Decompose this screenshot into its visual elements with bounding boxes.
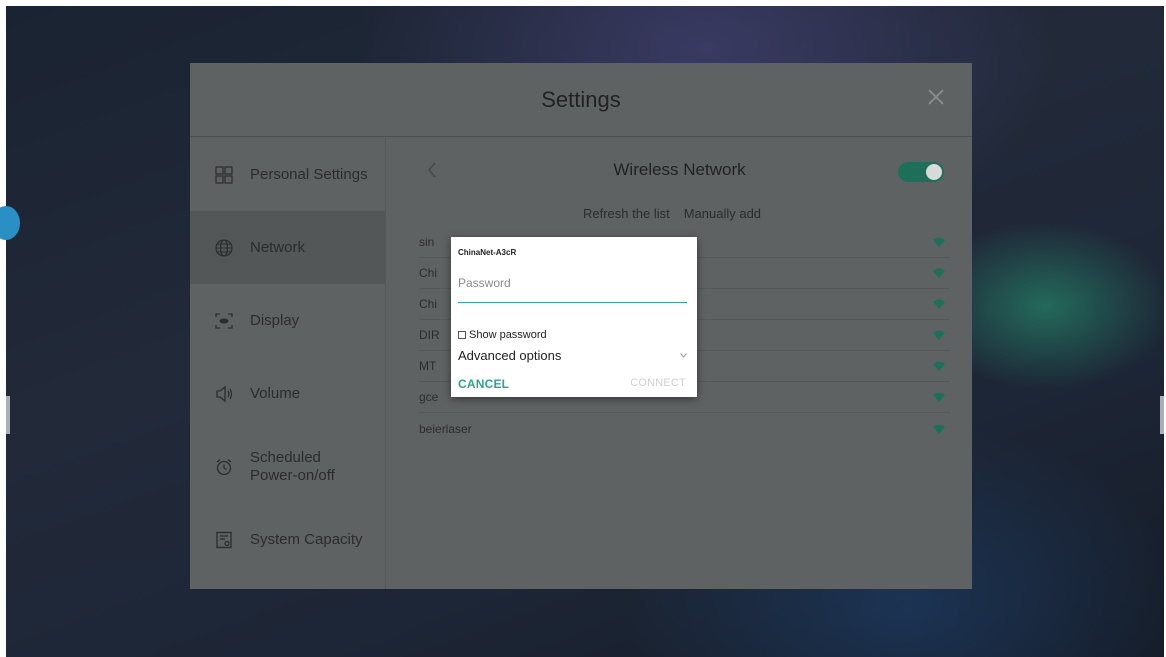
advanced-options-label: Advanced options [458, 348, 562, 363]
wifi-password-dialog: ChinaNet-A3cR Show password Advanced opt… [451, 237, 697, 397]
window-header: Settings [190, 63, 972, 137]
dialog-ssid: ChinaNet-A3cR [458, 248, 517, 257]
globe-icon [215, 238, 233, 257]
network-actions: Refresh the list Manually add [583, 206, 761, 221]
wifi-toggle[interactable] [898, 162, 944, 182]
sidebar-item-label: Display [250, 311, 300, 329]
cancel-button[interactable]: CANCEL [458, 377, 509, 391]
wireless-network-title: Wireless Network [613, 160, 746, 179]
wifi-signal-icon [933, 330, 945, 340]
network-name: MT [419, 359, 437, 373]
window-title: Settings [541, 86, 621, 112]
sidebar-item-label: Volume [250, 384, 301, 402]
toggle-knob [926, 164, 942, 180]
sidebar-item-network[interactable]: Network [190, 211, 385, 284]
network-name: DIR [419, 328, 440, 342]
sidebar-item-scheduled-power[interactable]: Scheduled Power-on/off [190, 430, 385, 503]
network-name: sin [419, 235, 435, 249]
sidebar-item-volume[interactable]: Volume [190, 357, 385, 430]
network-name: gce [419, 390, 439, 404]
password-input[interactable] [458, 261, 687, 303]
grid-icon [215, 165, 233, 184]
refresh-list-button[interactable]: Refresh the list [583, 206, 670, 221]
network-name: Chi [419, 297, 438, 311]
wifi-signal-icon [933, 392, 945, 402]
left-edge-handle[interactable] [6, 396, 10, 434]
sidebar-item-label: Personal Settings [250, 165, 368, 183]
right-edge-handle[interactable] [1160, 396, 1164, 434]
sidebar-item-label: Scheduled Power-on/off [250, 448, 335, 484]
speaker-icon [216, 385, 233, 402]
sidebar-item-label: System Capacity [250, 530, 363, 548]
wifi-signal-icon [933, 361, 945, 371]
wifi-signal-icon [933, 424, 945, 434]
sidebar-item-personal-settings[interactable]: Personal Settings [190, 138, 385, 211]
wifi-signal-icon [933, 237, 945, 247]
connect-button[interactable]: CONNECT [630, 377, 686, 389]
close-icon[interactable] [926, 87, 946, 107]
clock-icon [216, 458, 232, 475]
storage-icon [216, 531, 232, 548]
wifi-signal-icon [933, 268, 945, 278]
edge-handle-dot[interactable] [0, 206, 20, 240]
chevron-down-icon [680, 353, 687, 358]
network-name: Chi [419, 266, 438, 280]
sidebar-item-label: Network [250, 238, 306, 256]
sidebar-item-display[interactable]: Display [190, 284, 385, 357]
advanced-options-dropdown[interactable]: Advanced options [458, 348, 687, 363]
network-row[interactable]: beierlaser [419, 413, 950, 444]
sidebar-item-system-capacity[interactable]: System Capacity [190, 503, 385, 576]
wifi-signal-icon [933, 299, 945, 309]
checkbox-box [458, 331, 466, 339]
display-icon [215, 312, 233, 329]
show-password-checkbox[interactable]: Show password [458, 329, 547, 341]
network-name: beierlaser [419, 421, 472, 436]
show-password-label: Show password [469, 329, 547, 341]
settings-sidebar: Personal Settings Network Display Volume [190, 138, 386, 589]
manually-add-button[interactable]: Manually add [684, 206, 761, 221]
